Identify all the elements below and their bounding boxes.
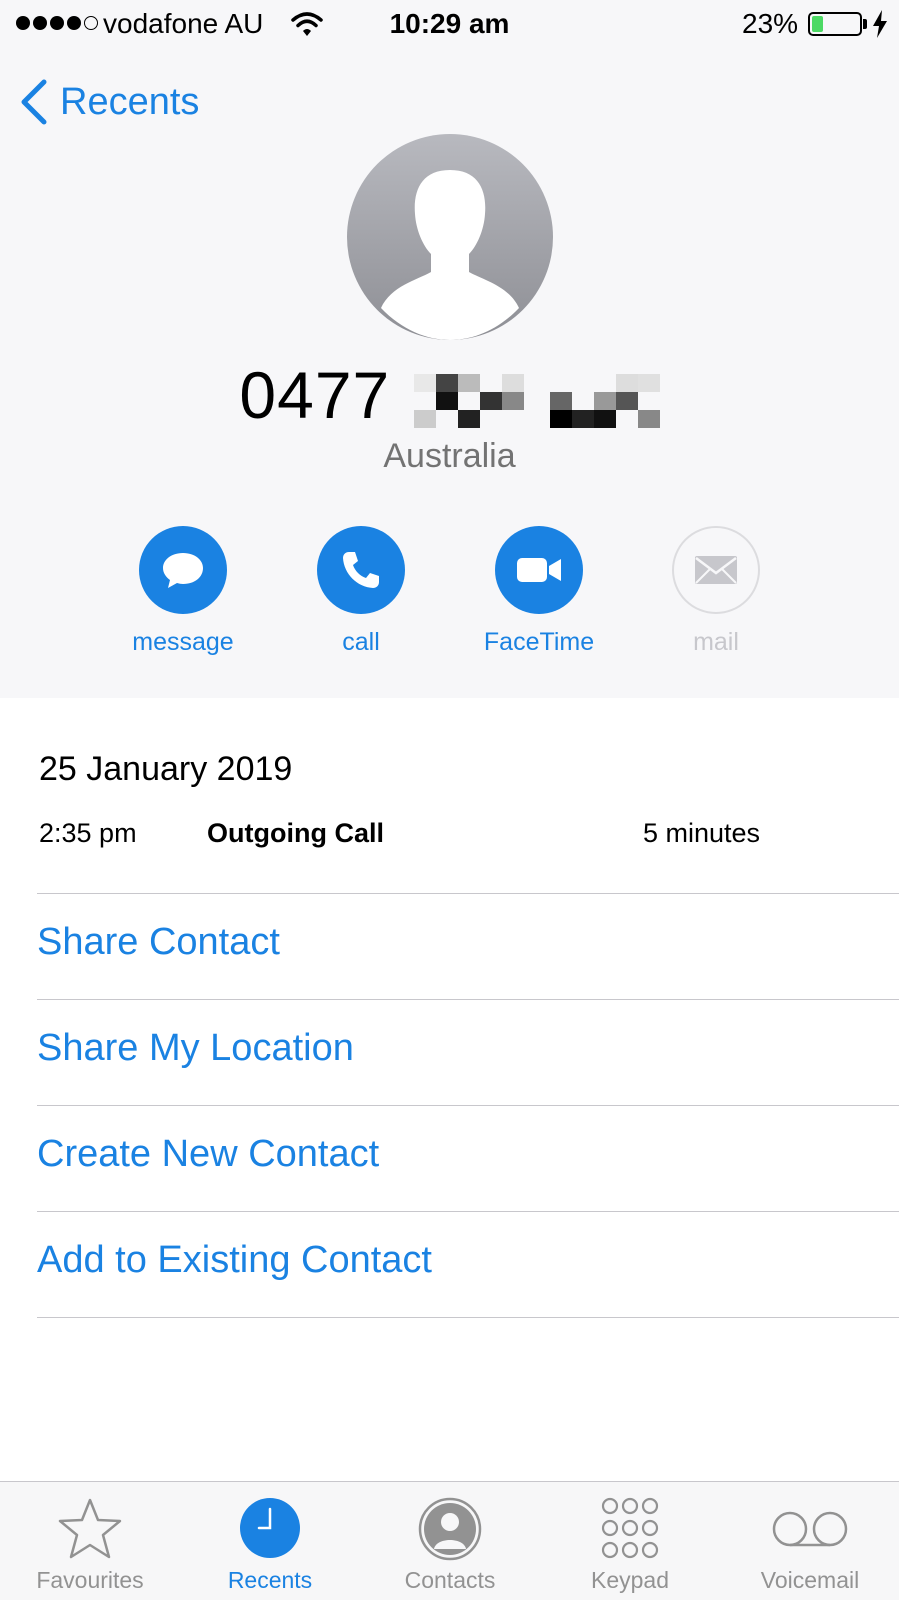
tab-label: Favourites xyxy=(36,1567,144,1593)
call-label: call xyxy=(342,628,380,656)
facetime-button[interactable]: FaceTime xyxy=(469,526,609,657)
phone-icon xyxy=(343,552,379,588)
star-icon xyxy=(58,1498,122,1559)
tab-recents[interactable]: Recents xyxy=(180,1482,360,1600)
back-button[interactable]: Recents xyxy=(18,76,199,128)
tab-bar: Favourites Recents Contacts Keypad Voice… xyxy=(0,1481,899,1600)
message-label: message xyxy=(132,628,234,656)
share-location-option[interactable]: Share My Location xyxy=(37,1027,354,1070)
share-contact-option[interactable]: Share Contact xyxy=(37,921,280,964)
call-time: 2:35 pm xyxy=(39,818,137,848)
divider xyxy=(37,1317,899,1318)
create-contact-option[interactable]: Create New Contact xyxy=(37,1133,379,1176)
phone-number-prefix: 0477 xyxy=(239,358,391,432)
call-date: 25 January 2019 xyxy=(39,750,293,788)
phone-number: 0477 xyxy=(0,357,899,433)
divider xyxy=(37,999,899,1000)
battery-icon xyxy=(808,12,862,36)
call-duration: 5 minutes xyxy=(643,818,761,848)
redacted-digits xyxy=(410,370,660,428)
envelope-icon xyxy=(695,556,737,584)
call-button[interactable]: call xyxy=(291,526,431,657)
tab-label: Keypad xyxy=(590,1567,669,1593)
divider xyxy=(37,893,899,894)
tab-contacts[interactable]: Contacts xyxy=(360,1482,540,1600)
clock-icon xyxy=(240,1498,300,1558)
battery-percentage: 23% xyxy=(742,8,799,39)
contact-avatar xyxy=(347,134,553,340)
divider xyxy=(37,1211,899,1212)
tab-label: Recents xyxy=(227,1567,313,1593)
person-silhouette-icon xyxy=(381,170,519,340)
mail-label: mail xyxy=(693,628,739,656)
status-bar: vodafone AU 10:29 am 23% xyxy=(0,0,899,50)
mail-button[interactable]: mail xyxy=(646,526,786,657)
tab-voicemail[interactable]: Voicemail xyxy=(720,1482,899,1600)
chevron-left-icon xyxy=(21,79,47,125)
keypad-icon xyxy=(601,1497,659,1559)
tab-label: Contacts xyxy=(404,1567,496,1593)
number-region: Australia xyxy=(383,437,516,475)
battery-tip xyxy=(863,19,867,29)
add-existing-contact-option[interactable]: Add to Existing Contact xyxy=(37,1239,432,1282)
voicemail-icon xyxy=(772,1511,848,1547)
tab-keypad[interactable]: Keypad xyxy=(540,1482,720,1600)
back-label: Recents xyxy=(60,80,200,123)
call-type: Outgoing Call xyxy=(207,818,384,848)
tab-label: Voicemail xyxy=(760,1567,860,1593)
tab-favourites[interactable]: Favourites xyxy=(0,1482,180,1600)
divider xyxy=(37,1105,899,1106)
message-button[interactable]: message xyxy=(113,526,253,657)
person-circle-icon xyxy=(418,1497,482,1561)
charging-bolt-icon xyxy=(873,10,887,38)
facetime-label: FaceTime xyxy=(483,628,595,656)
battery-level-fill xyxy=(812,16,823,32)
video-camera-icon xyxy=(517,558,561,582)
message-bubble-icon xyxy=(163,553,203,588)
